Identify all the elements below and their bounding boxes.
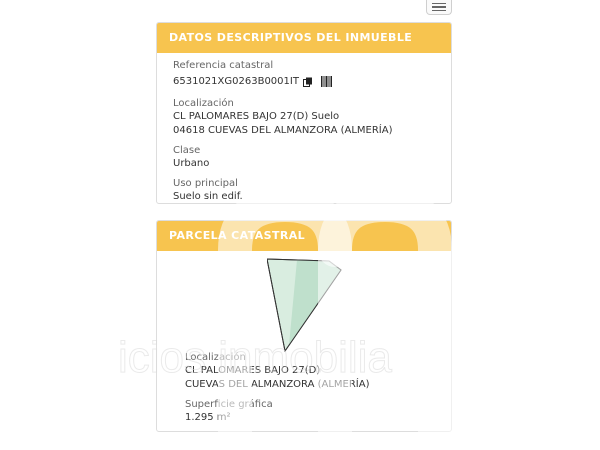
surface-group: Superficie gráfica 1.295 m² (185, 398, 370, 425)
class-value: Urbano (173, 158, 210, 169)
hamburger-menu-icon[interactable] (426, 0, 452, 15)
surface-value: 1.295 m² (185, 412, 231, 423)
reference-row: 6531021XG0263B0001IT (173, 72, 393, 91)
descriptive-data-panel: DATOS DESCRIPTIVOS DEL INMUEBLE Referenc… (156, 22, 452, 204)
parcel-header: PARCELA CATASTRAL (157, 221, 451, 251)
class-group: Clase Urbano (173, 144, 393, 171)
menu-bar (432, 2, 446, 5)
class-label: Clase (173, 145, 201, 156)
parcel-panel: PARCELA CATASTRAL Localización CL PALOMA… (156, 220, 452, 432)
parcel-location-label: Localización (185, 352, 246, 363)
menu-bar (432, 6, 446, 8)
descriptive-data-header: DATOS DESCRIPTIVOS DEL INMUEBLE (157, 23, 451, 53)
use-group: Uso principal Suelo sin edif. (173, 177, 393, 204)
parcel-shape (267, 258, 342, 352)
location-label: Localización (173, 98, 234, 109)
parcel-location-group: Localización CL PALOMARES BAJO 27(D) CUE… (185, 351, 370, 392)
reference-value: 6531021XG0263B0001IT (173, 75, 299, 87)
descriptive-data-body: Referencia catastral 6531021XG0263B0001I… (173, 59, 393, 210)
parcel-location-line1: CL PALOMARES BAJO 27(D) (185, 365, 321, 376)
reference-label: Referencia catastral (173, 60, 274, 71)
use-value: Suelo sin edif. (173, 191, 243, 202)
barcode-icon[interactable] (320, 72, 333, 91)
parcel-body: Localización CL PALOMARES BAJO 27(D) CUE… (185, 351, 370, 431)
surface-label: Superficie gráfica (185, 399, 273, 410)
location-group: Localización CL PALOMARES BAJO 27(D) Sue… (173, 97, 393, 138)
use-label: Uso principal (173, 178, 238, 189)
location-line1: CL PALOMARES BAJO 27(D) Suelo (173, 111, 340, 122)
location-line2: 04618 CUEVAS DEL ALMANZORA (ALMERÍA) (173, 125, 393, 136)
menu-bar (432, 9, 446, 12)
reference-group: Referencia catastral 6531021XG0263B0001I… (173, 59, 393, 91)
copy-icon[interactable] (302, 72, 313, 91)
parcel-location-line2: CUEVAS DEL ALMANZORA (ALMERÍA) (185, 379, 370, 390)
